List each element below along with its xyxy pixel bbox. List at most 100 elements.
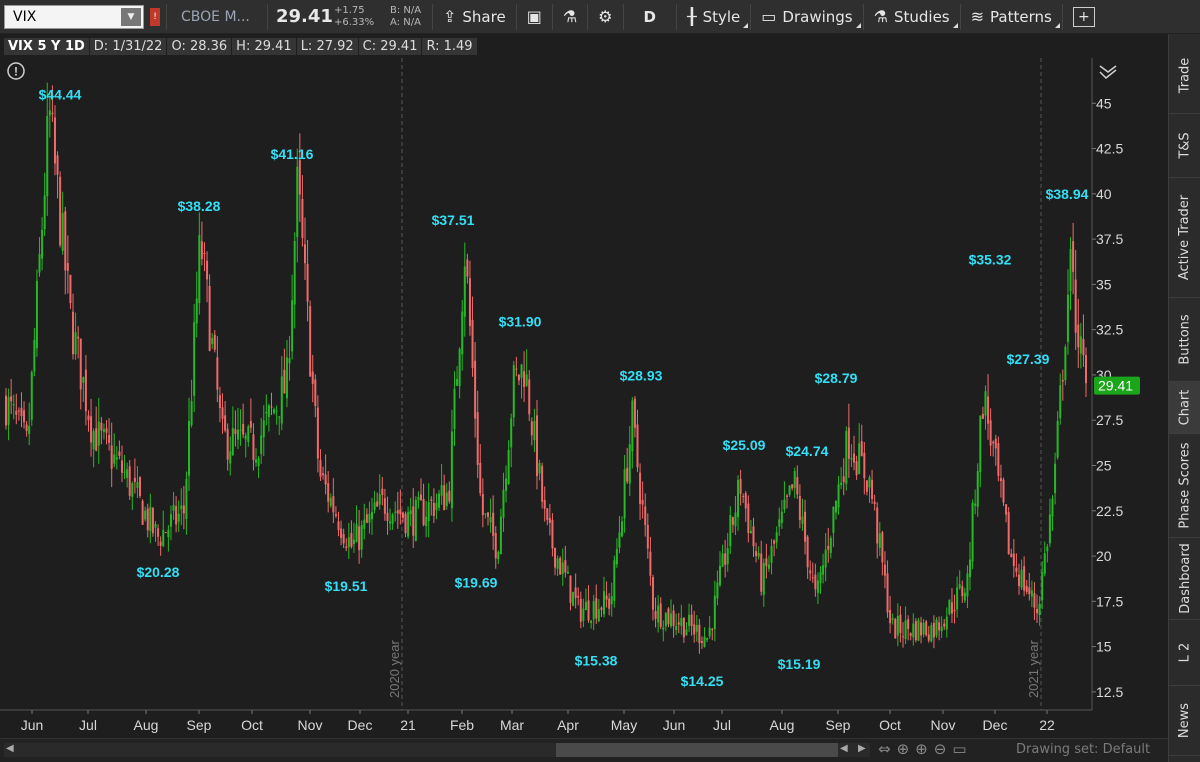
add-panel-button[interactable]: +	[1063, 0, 1105, 34]
x-tick-label: Aug	[134, 717, 159, 733]
candle-body	[664, 612, 667, 627]
chart-settings-button[interactable]: ▣	[517, 0, 552, 34]
sidebar-tab-phase-scores[interactable]: Phase Scores	[1169, 434, 1200, 538]
candle-body	[144, 510, 147, 520]
flask-icon: ⚗	[562, 7, 578, 26]
chart-settings-icon: ▣	[526, 7, 542, 26]
auto-scale-icon[interactable]	[1099, 65, 1117, 80]
candle-body	[471, 319, 474, 368]
candle-body	[206, 260, 209, 280]
candle-body	[257, 458, 260, 467]
candle-body	[252, 434, 255, 460]
scroll-thumb[interactable]	[556, 743, 838, 757]
dropdown-corner-icon	[855, 22, 861, 28]
candle-body	[837, 484, 840, 508]
sidebar-tab-label: Trade	[1177, 57, 1193, 94]
candle-body	[1082, 339, 1085, 356]
candle-body	[765, 558, 768, 567]
zoom-out-icon[interactable]: ⊖	[934, 740, 947, 758]
price-annotation: $38.94	[1046, 186, 1089, 202]
settings-button[interactable]: ⚙	[588, 0, 622, 34]
chart-title[interactable]: VIX 5 Y 1D	[4, 37, 89, 55]
chart-area[interactable]: 2020 year 2021 year $44.44 $20.28 $38.28 $41…	[0, 58, 1168, 738]
sidebar-tab-t-s[interactable]: T&S	[1169, 114, 1200, 178]
candle-body	[814, 574, 817, 590]
scroll-left-icon[interactable]: ◀	[840, 743, 848, 754]
candle-body	[172, 504, 175, 511]
candle-body	[535, 415, 538, 477]
percent-change: +6.33%	[334, 16, 375, 28]
candle-body	[688, 614, 691, 626]
price-chart[interactable]: 2020 year 2021 year $44.44 $20.28 $38.28 $41…	[0, 58, 1168, 738]
candle-body	[92, 431, 95, 450]
candle-body	[427, 502, 430, 522]
candle-body	[113, 454, 116, 464]
patterns-button[interactable]: ≋ Patterns	[961, 0, 1062, 34]
bid: B: N/A	[390, 4, 422, 16]
flask-button[interactable]: ⚗	[553, 0, 587, 34]
sidebar-tab-dashboard[interactable]: Dashboard	[1169, 538, 1200, 620]
candle-body	[342, 534, 345, 544]
candle-body	[987, 396, 990, 424]
candle-body	[337, 521, 340, 531]
candle-body	[46, 116, 49, 197]
sidebar-tab-buttons[interactable]: Buttons	[1169, 298, 1200, 382]
candle-body	[1002, 479, 1005, 503]
candle-body	[698, 624, 701, 644]
candle-body	[969, 559, 972, 578]
candle-body	[1036, 608, 1039, 614]
chevron-down-icon[interactable]: ▼	[121, 7, 141, 26]
right-sidebar: Trade T&S Active Trader Buttons Chart Phase S…	[1168, 34, 1200, 762]
sidebar-tab-trade[interactable]: Trade	[1169, 38, 1200, 114]
candle-body	[438, 493, 441, 508]
candle-body	[43, 195, 46, 230]
candle-body	[675, 625, 678, 630]
drawings-button[interactable]: ▭ Drawings	[751, 0, 862, 34]
pan-icon[interactable]: ⇔	[878, 740, 891, 758]
candle-body	[10, 396, 13, 402]
candle-body	[858, 443, 861, 474]
candle-body	[463, 266, 466, 317]
candle-body	[164, 532, 167, 534]
candle-body	[443, 485, 446, 511]
dropdown-corner-icon	[952, 22, 958, 28]
sidebar-tab-active-trader[interactable]: Active Trader	[1169, 178, 1200, 298]
candle-body	[981, 413, 984, 419]
x-tick-label: Mar	[500, 717, 524, 733]
crosshair-icon[interactable]: ⊕	[897, 740, 910, 758]
period-button[interactable]: D	[624, 0, 676, 34]
y-tick-label: 37.5	[1096, 231, 1123, 247]
time-scrollbar[interactable]: ◀ ◀ ▶ ⇔ ⊕ ⊕ ⊖ ▭ Drawing set: Default	[0, 738, 1168, 762]
studies-label: Studies	[893, 7, 950, 26]
candle-body	[371, 511, 374, 520]
candle-body	[188, 421, 191, 476]
candle-body	[159, 541, 162, 546]
drawing-set-label[interactable]: Drawing set: Default	[1016, 742, 1150, 757]
scroll-right-icon[interactable]: ▶	[858, 743, 866, 754]
candle-body	[306, 263, 309, 302]
candle-body	[195, 298, 198, 324]
candle-body	[739, 479, 742, 494]
sidebar-tab-l-2[interactable]: L 2	[1169, 620, 1200, 686]
scroll-left-icon[interactable]: ◀	[6, 743, 14, 754]
bar-high: H: 29.41	[232, 37, 296, 55]
candle-body	[345, 546, 348, 549]
candle-body	[752, 526, 755, 547]
price-annotation: $41.16	[271, 146, 314, 162]
candle-body	[87, 415, 90, 421]
sidebar-tab-chart[interactable]: Chart	[1169, 382, 1200, 434]
alert-icon[interactable]: !	[150, 7, 160, 26]
window-icon[interactable]: ▭	[952, 740, 966, 758]
symbol-input[interactable]: VIX ▼	[4, 4, 144, 29]
studies-button[interactable]: ⚗ Studies	[864, 0, 960, 34]
style-button[interactable]: ╂ Style	[677, 0, 750, 34]
candle-body	[123, 471, 126, 473]
divider	[267, 3, 268, 30]
candle-body	[840, 482, 843, 486]
candle-body	[275, 410, 278, 412]
sidebar-tab-news[interactable]: News	[1169, 686, 1200, 756]
candle-body	[394, 511, 397, 513]
zoom-in-icon[interactable]: ⊕	[915, 740, 928, 758]
share-button[interactable]: ⇪ Share	[433, 0, 516, 34]
y-tick-label: 17.5	[1096, 593, 1123, 609]
